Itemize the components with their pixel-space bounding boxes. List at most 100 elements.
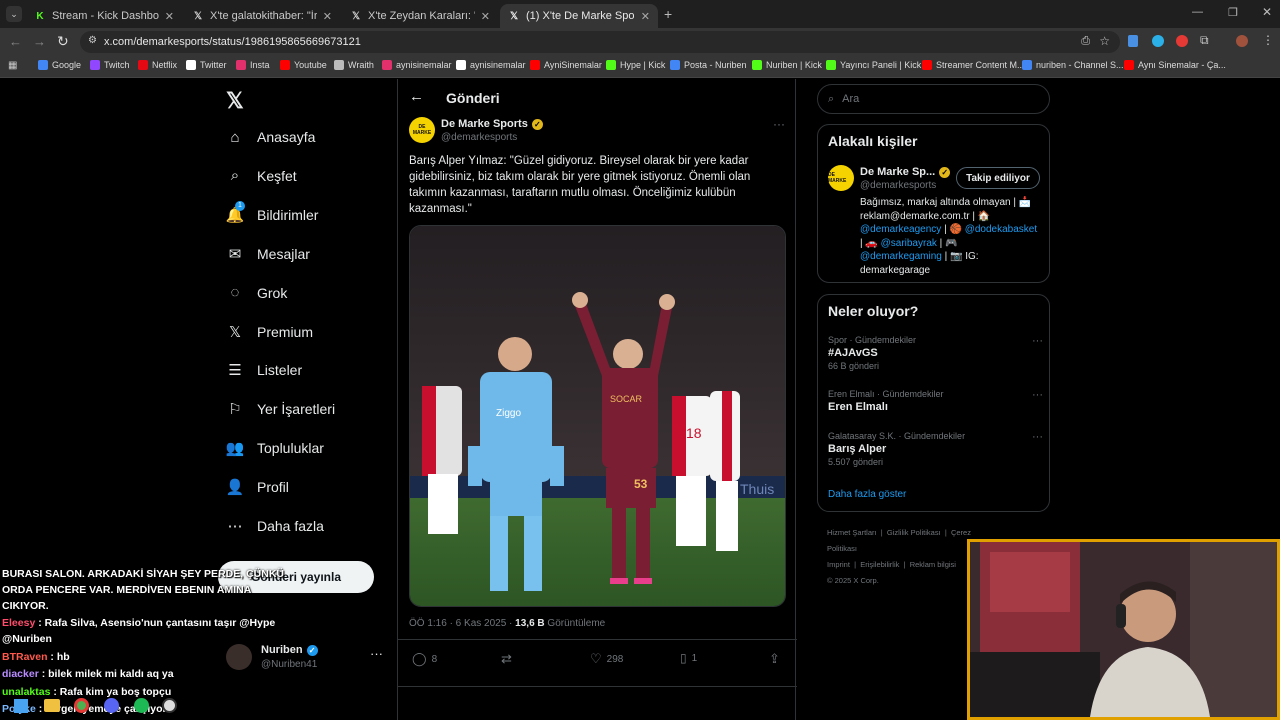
trend-item[interactable]: Eren Elmalı · Gündemdekiler Eren Elmalı … (828, 389, 1043, 413)
repost-button[interactable]: ⇄ (501, 651, 512, 667)
mention-link[interactable]: @saribayrak (881, 238, 937, 249)
reload-icon[interactable]: ↻ (57, 33, 69, 50)
close-tab-icon[interactable]: ✕ (323, 10, 332, 23)
address-bar[interactable]: ⚙ x.com/demarkesports/status/19861958656… (80, 31, 1120, 53)
obs-icon[interactable] (162, 698, 177, 713)
extension-icon[interactable] (1128, 35, 1138, 47)
new-tab-button[interactable]: + (664, 6, 672, 22)
chat-username[interactable]: Eleesy (2, 617, 35, 629)
bookmark-item[interactable]: Insta (236, 60, 270, 70)
close-tab-icon[interactable]: ✕ (641, 10, 650, 23)
nav-label: Topluluklar (257, 440, 324, 457)
folder-icon[interactable] (44, 699, 60, 712)
restore-window-button[interactable]: ❐ (1228, 6, 1238, 19)
share-icon[interactable]: ⇪ (769, 651, 780, 667)
bookmark-button[interactable]: ▯ 1 (680, 651, 697, 665)
mention-link[interactable]: @dodekabasket (965, 224, 1037, 235)
bookmark-item[interactable]: Netflix (138, 60, 177, 70)
bookmark-item[interactable]: Aynı Sinemalar - Ça... (1124, 60, 1226, 70)
footer-link[interactable]: Hizmet Şartları (827, 528, 877, 537)
bookmark-item[interactable]: Wraith (334, 60, 374, 70)
bookmark-item[interactable]: aynisinemalar (382, 60, 452, 70)
related-avatar[interactable]: DE MARKE (828, 165, 854, 191)
like-button[interactable]: ♡ 298 (590, 651, 623, 667)
site-info-icon[interactable]: ⚙ (88, 35, 97, 46)
bookmark-item[interactable]: nuriben - Channel S... (1022, 60, 1124, 70)
account-switcher[interactable]: Nuriben ✓ @Nuriben41 ··· (226, 642, 386, 676)
nav-item-topluluklar[interactable]: 👥 Topluluklar (226, 439, 324, 457)
trend-item[interactable]: Galatasaray S.K. · Gündemdekiler Barış A… (828, 431, 1043, 467)
chat-username[interactable]: BTRaven (2, 651, 48, 663)
bookmark-item[interactable]: Yayıncı Paneli | Kick (826, 60, 921, 70)
nav-item-anasayfa[interactable]: ⌂ Anasayfa (226, 128, 315, 146)
bookmark-item[interactable]: Hype | Kick (606, 60, 665, 70)
windows-start-icon[interactable] (14, 699, 28, 713)
nav-item-daha-fazla[interactable]: ⋯ Daha fazla (226, 517, 324, 535)
bookmark-item[interactable]: Streamer Content M... (922, 60, 1025, 70)
browser-tab-active[interactable]: 𝕏 (1) X'te De Marke Sports: "Barış ✕ (500, 4, 658, 28)
forward-arrow-icon[interactable]: → (33, 34, 46, 49)
nav-item-listeler[interactable]: ☰ Listeler (226, 361, 302, 379)
following-button[interactable]: Takip ediliyor (956, 167, 1040, 189)
more-icon[interactable]: ··· (370, 646, 383, 661)
more-icon[interactable]: ··· (1032, 335, 1043, 347)
extension-icon[interactable] (1176, 35, 1188, 47)
install-icon[interactable]: ⎙ (1081, 35, 1090, 48)
browser-tab[interactable]: K Stream - Kick Dashboard ✕ (26, 4, 182, 28)
chat-username[interactable]: diacker (2, 668, 39, 680)
more-icon[interactable]: ··· (1032, 431, 1043, 443)
apps-grid-icon[interactable]: ▦ (8, 60, 17, 71)
bookmark-item[interactable]: Twitter (186, 60, 227, 70)
more-icon[interactable]: ··· (1032, 389, 1043, 401)
bookmark-item[interactable]: AyniSinemalar (530, 60, 602, 70)
spotify-icon[interactable] (134, 698, 149, 713)
mention-link[interactable]: @demarkeagency (860, 224, 941, 235)
search-input[interactable]: ⌕ Ara (817, 84, 1050, 114)
bookmark-item[interactable]: Posta - Nuriben (670, 60, 747, 70)
post-more-icon[interactable]: ··· (773, 117, 785, 131)
chat-message: BURASI SALON. ARKADAKİ SİYAH ŞEY PERDE, … (2, 568, 284, 580)
author-handle[interactable]: @demarkesports (441, 132, 517, 143)
nav-item-premium[interactable]: 𝕏 Premium (226, 323, 313, 341)
footer-link[interactable]: Erişilebilirlik (860, 560, 899, 569)
chrome-icon[interactable] (74, 698, 89, 713)
author-avatar[interactable]: DE MARKE (409, 117, 435, 143)
profile-avatar[interactable] (1236, 35, 1248, 47)
puzzle-icon[interactable]: ⧉ (1200, 33, 1209, 48)
nav-item-mesajlar[interactable]: ✉ Mesajlar (226, 245, 310, 263)
bookmark-item[interactable]: Google (38, 60, 81, 70)
nav-item-bildirimler[interactable]: 🔔 1 Bildirimler (226, 200, 318, 224)
bookmark-item[interactable]: aynisinemalar (456, 60, 526, 70)
trend-item[interactable]: Spor · Gündemdekiler #AJAvGS 66 B gönder… (828, 335, 1043, 371)
nav-item-grok[interactable]: ◌ Grok (226, 284, 288, 302)
footer-link[interactable]: Reklam bilgisi (910, 560, 956, 569)
close-tab-icon[interactable]: ✕ (165, 10, 174, 23)
show-more-link[interactable]: Daha fazla göster (828, 489, 906, 500)
star-icon[interactable]: ☆ (1099, 34, 1110, 48)
tab-search-button[interactable]: ⌄ (6, 6, 22, 22)
x-logo[interactable]: 𝕏 (226, 88, 244, 114)
nav-item-keşfet[interactable]: ⌕ Keşfet (226, 167, 297, 185)
author-name[interactable]: De Marke Sports (441, 118, 528, 130)
close-tab-icon[interactable]: ✕ (481, 10, 490, 23)
back-arrow-icon[interactable]: ← (9, 34, 22, 49)
nav-item-yer-i-şaretleri[interactable]: ⚐ Yer İşaretleri (226, 400, 335, 418)
menu-icon[interactable]: ⋮ (1262, 33, 1274, 47)
browser-tab[interactable]: 𝕏 X'te Zeydan Karaları: "Orkun Kö ✕ (342, 4, 498, 28)
close-window-button[interactable]: ✕ (1262, 5, 1272, 19)
mention-link[interactable]: @demarkegaming (860, 251, 942, 262)
bookmark-item[interactable]: Twitch (90, 60, 130, 70)
discord-icon[interactable] (104, 698, 119, 713)
reply-button[interactable]: ◯ 8 (412, 651, 437, 667)
related-name[interactable]: De Marke Sp... (860, 166, 935, 178)
footer-link[interactable]: Imprint (827, 560, 850, 569)
nav-item-profil[interactable]: 👤 Profil (226, 478, 289, 496)
bookmark-item[interactable]: Youtube (280, 60, 327, 70)
browser-tab[interactable]: 𝕏 X'te galatokithaber: "İrfancanın ✕ (184, 4, 340, 28)
post-image[interactable]: Thuis Ziggo SOCAR 53 18 (409, 225, 786, 607)
minimize-window-button[interactable]: — (1192, 6, 1203, 18)
bookmark-item[interactable]: Nuriben | Kick (752, 60, 822, 70)
extension-icon[interactable] (1152, 35, 1164, 47)
footer-link[interactable]: Gizlilik Politikası (887, 528, 941, 537)
back-arrow-icon[interactable]: ← (409, 88, 424, 105)
